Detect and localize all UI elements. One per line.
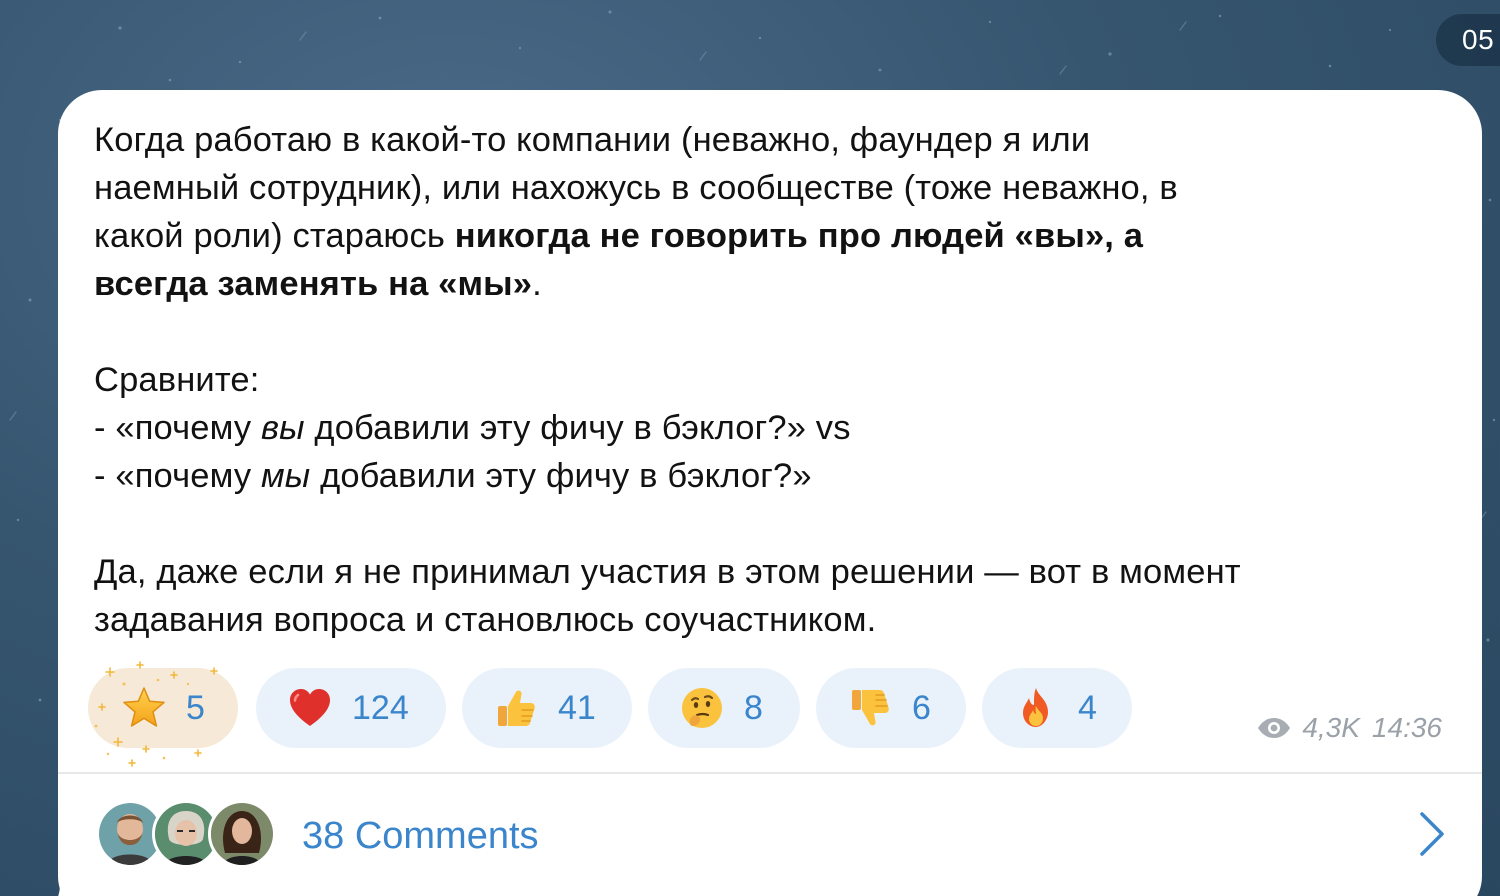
message-line-text: - «почему <box>94 409 261 447</box>
reaction-count: 5 <box>186 688 205 727</box>
message-line: Да, даже если я не принимал участия в эт… <box>94 548 1474 596</box>
message-time: 14:36 <box>1371 712 1442 743</box>
message-line: задавания вопроса и становлюсь соучастни… <box>94 596 1474 644</box>
message-line-text: Да, даже если я не принимал участия в эт… <box>94 553 1241 591</box>
reaction-count: 124 <box>352 688 409 727</box>
reaction-star[interactable]: 5 <box>88 668 238 748</box>
eye-icon <box>1258 718 1291 738</box>
message-line: - «почему мы добавили эту фичу в бэклог?… <box>94 452 1474 500</box>
message-line: всегда заменять на «мы». <box>94 260 1474 308</box>
compare-label: Сравните: <box>94 361 260 399</box>
view-count: 4,3K <box>1302 712 1360 743</box>
avatar <box>208 800 276 868</box>
thumbs-down-icon <box>852 690 889 726</box>
message-line: Когда работаю в какой-то компании (неваж… <box>94 116 1474 164</box>
reaction-count: 8 <box>744 688 763 727</box>
heart-icon <box>290 689 330 726</box>
comments-button[interactable]: 38 Comments <box>58 774 1482 896</box>
date-pill: 05 <box>1436 14 1500 66</box>
fire-icon <box>1023 688 1048 727</box>
message-line-text: наемный сотрудник), или нахожусь в сообщ… <box>94 169 1178 207</box>
message-line-text: - «почему <box>94 457 261 495</box>
message-meta: 4,3K 14:36 <box>1256 712 1442 744</box>
reaction-count: 4 <box>1078 688 1097 727</box>
message-line: какой роли) стараюсь никогда не говорить… <box>94 212 1474 260</box>
message-bubble[interactable]: Когда работаю в какой-то компании (неваж… <box>58 90 1482 896</box>
message-line-text: добавили эту фичу в бэклог?» vs <box>304 409 851 447</box>
reaction-thumbs-down[interactable]: 6 <box>816 668 966 748</box>
message-line-text: добавили эту фичу в бэклог?» <box>310 457 812 495</box>
thumbs-up-icon <box>498 690 535 726</box>
message-line-text: Когда работаю в какой-то компании (неваж… <box>94 121 1091 159</box>
commenter-avatars <box>96 800 276 870</box>
message-line-text: задавания вопроса и становлюсь соучастни… <box>94 601 877 639</box>
reaction-thumbs-up[interactable]: 41 <box>462 668 632 748</box>
message-line: наемный сотрудник), или нахожусь в сообщ… <box>94 164 1474 212</box>
reaction-fire[interactable]: 4 <box>982 668 1132 748</box>
reaction-thinking[interactable]: 8 <box>648 668 800 748</box>
thinking-face-icon <box>682 688 722 728</box>
bold-text: всегда заменять на «мы» <box>94 265 533 303</box>
message-line: Сравните: <box>94 356 1474 404</box>
reaction-count: 6 <box>912 688 931 727</box>
message-line: - «почему вы добавили эту фичу в бэклог?… <box>94 404 1474 452</box>
reaction-heart[interactable]: 124 <box>256 668 446 748</box>
reaction-count: 41 <box>558 688 596 727</box>
message-line-text: . <box>532 265 542 303</box>
chevron-right-icon <box>1420 812 1444 856</box>
comments-label: 38 Comments <box>302 815 539 857</box>
message-text: Когда работаю в какой-то компании (неваж… <box>94 116 1474 644</box>
star-icon <box>123 687 165 727</box>
message-line-text: какой роли) стараюсь <box>94 217 455 255</box>
italic-text: вы <box>260 409 305 447</box>
italic-text: мы <box>260 457 311 495</box>
bold-text: никогда не говорить про людей «вы», а <box>454 217 1144 255</box>
